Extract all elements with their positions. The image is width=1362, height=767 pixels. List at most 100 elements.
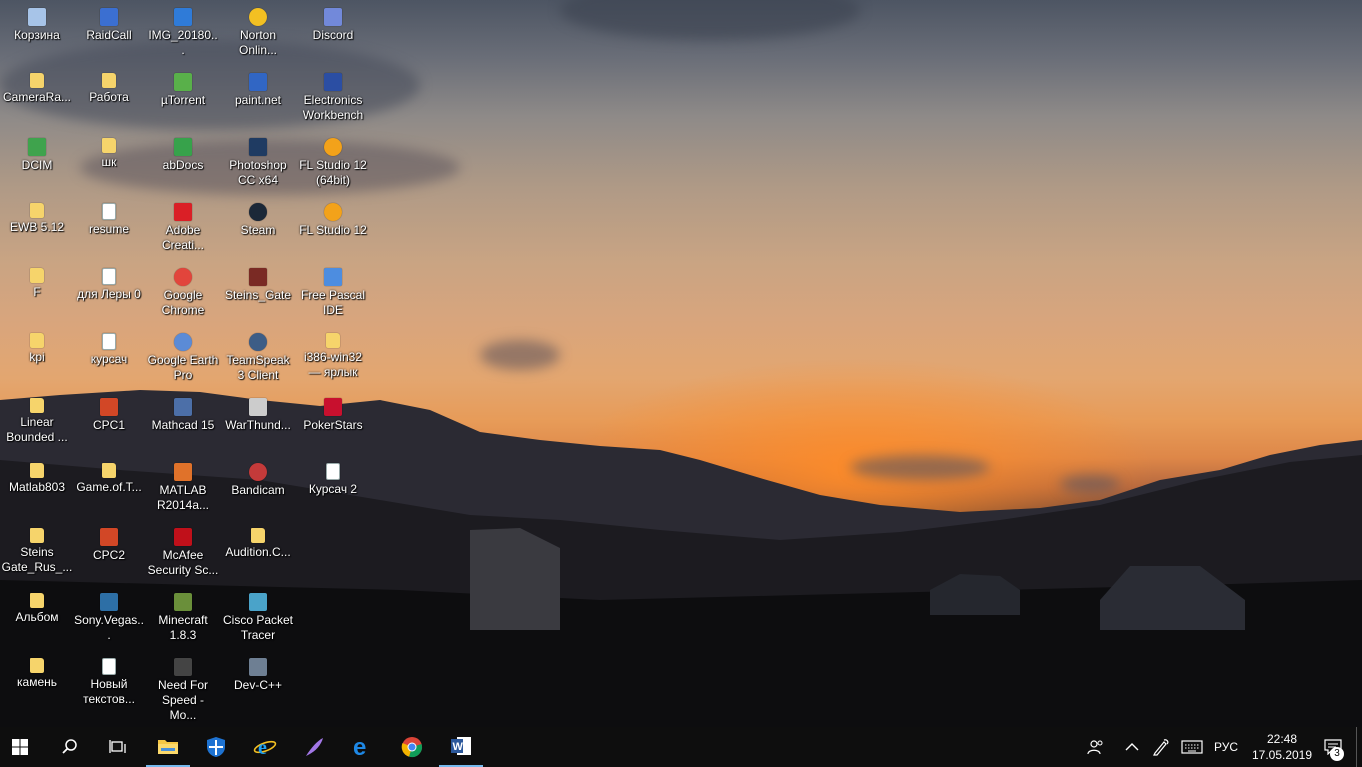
desktop-icon[interactable]: Cisco Packet Tracer (221, 587, 295, 649)
desktop-icon[interactable]: Sony.Vegas... (72, 587, 146, 649)
desktop-icon[interactable]: Работа (72, 67, 146, 129)
word-button[interactable]: W (439, 727, 483, 767)
desktop-icon[interactable]: WarThund... (221, 392, 295, 454)
clock-time: 22:48 (1266, 732, 1298, 746)
touch-keyboard-button[interactable] (1178, 727, 1206, 767)
feather-icon (306, 738, 323, 756)
folder-icon (30, 203, 44, 218)
raidcall-icon (100, 8, 118, 26)
feather-app-button[interactable] (292, 727, 336, 767)
desktop-icon[interactable]: TeamSpeak 3 Client (221, 327, 295, 389)
desktop-icon[interactable]: для Леры 0 (72, 262, 146, 324)
desktop-icon[interactable]: Курсач 2 (296, 457, 370, 519)
adobe-creative-cloud-icon (174, 203, 192, 221)
desktop-icon-label: MATLAB R2014a... (156, 483, 210, 512)
language-indicator[interactable]: РУС (1210, 727, 1242, 767)
desktop-icon[interactable]: kpi (0, 327, 74, 389)
folder-icon (30, 658, 44, 673)
desktop-icon-label: Курсач 2 (308, 482, 358, 496)
show-hidden-icons-button[interactable] (1118, 727, 1146, 767)
desktop-icon[interactable]: Free Pascal IDE (296, 262, 370, 324)
desktop-icon[interactable]: Новый текстов... (72, 652, 146, 714)
fl-studio-icon (324, 203, 342, 221)
desktop-icon[interactable]: Electronics Workbench (296, 67, 370, 129)
internet-explorer-button[interactable]: e (243, 727, 287, 767)
desktop-icon[interactable]: Google Chrome (146, 262, 220, 324)
desktop-icon[interactable]: paint.net (221, 67, 295, 129)
word-icon: W (451, 737, 471, 755)
desktop-icon[interactable]: Norton Onlin... (221, 2, 295, 64)
desktop-icon[interactable]: шк (72, 132, 146, 194)
desktop-icon[interactable]: McAfee Security Sc... (146, 522, 220, 584)
search-button[interactable] (48, 727, 92, 767)
desktop-icon[interactable]: abDocs (146, 132, 220, 194)
desktop-icon[interactable]: µTorrent (146, 67, 220, 129)
desktop-icon[interactable]: CPC2 (72, 522, 146, 584)
desktop-icon[interactable]: Linear Bounded ... (0, 392, 74, 454)
desktop-icon-label: Steins Gate_Rus_... (1, 545, 73, 574)
folder-icon (102, 73, 116, 88)
desktop-icon[interactable]: Audition.C... (221, 522, 295, 584)
edge-icon: e (353, 736, 366, 758)
start-button[interactable] (0, 727, 40, 767)
desktop-icon-label: Dev-C++ (233, 678, 283, 692)
abdocs-icon (174, 138, 192, 156)
file-explorer-button[interactable] (146, 727, 190, 767)
document-icon (102, 203, 116, 220)
desktop-icon[interactable]: Mathcad 15 (146, 392, 220, 454)
desktop-icon[interactable]: Steam (221, 197, 295, 259)
cisco-packet-tracer-icon (249, 593, 267, 611)
desktop-icon[interactable]: Альбом (0, 587, 74, 649)
desktop-icon[interactable]: Discord (296, 2, 370, 64)
desktop-icon[interactable]: RaidCall (72, 2, 146, 64)
edge-button[interactable]: e (341, 727, 385, 767)
folder-shortcut-icon (326, 333, 340, 348)
desktop-icon[interactable]: Корзина (0, 2, 74, 64)
desktop-icon[interactable]: Adobe Creati... (146, 197, 220, 259)
task-view-button[interactable] (96, 727, 140, 767)
desktop-icon[interactable]: PokerStars (296, 392, 370, 454)
desktop-icon[interactable]: resume (72, 197, 146, 259)
desktop-icon[interactable]: Matlab803 (0, 457, 74, 519)
desktop-icon[interactable]: IMG_20180... (146, 2, 220, 64)
steam-icon (249, 203, 267, 221)
people-button[interactable] (1082, 727, 1110, 767)
desktop-icon[interactable]: Steins Gate_Rus_... (0, 522, 74, 584)
photoshop-icon (249, 138, 267, 156)
google-earth-icon (174, 333, 192, 351)
show-desktop-button[interactable] (1356, 727, 1362, 767)
desktop-icon[interactable]: CPC1 (72, 392, 146, 454)
desktop-icon[interactable]: MATLAB R2014a... (146, 457, 220, 519)
desktop-icon[interactable]: Dev-C++ (221, 652, 295, 714)
desktop-icon[interactable]: Google Earth Pro (146, 327, 220, 389)
desktop-icon[interactable]: Steins_Gate (221, 262, 295, 324)
desktop-icon[interactable]: Photoshop CC x64 (221, 132, 295, 194)
desktop-icon[interactable]: FL Studio 12 (296, 197, 370, 259)
people-icon (1087, 740, 1103, 755)
desktop-icon[interactable]: Bandicam (221, 457, 295, 519)
bandicam-icon (249, 463, 267, 481)
task-view-icon (109, 740, 126, 753)
desktop-icon[interactable]: CameraRa... (0, 67, 74, 129)
desktop-icon[interactable]: Game.of.T... (72, 457, 146, 519)
chrome-button[interactable] (390, 727, 434, 767)
desktop-icon[interactable]: Minecraft 1.8.3 (146, 587, 220, 649)
clock[interactable]: 22:48 17.05.2019 (1248, 727, 1316, 767)
desktop-icon[interactable]: камень (0, 652, 74, 714)
desktop-icon[interactable]: F (0, 262, 74, 324)
pen-icon (1153, 739, 1169, 756)
desktop-icon[interactable]: i386-win32 — ярлык (296, 327, 370, 389)
desktop-icon[interactable]: DCIM (0, 132, 74, 194)
desktop-icon[interactable]: курсач (72, 327, 146, 389)
desktop-icon[interactable]: Need For Speed - Mo... (146, 652, 220, 722)
desktop-icon-label: Minecraft 1.8.3 (158, 613, 208, 642)
pen-workspace-button[interactable] (1148, 727, 1174, 767)
desktop-icon-label: Matlab803 (8, 480, 66, 494)
desktop-icon[interactable]: FL Studio 12 (64bit) (296, 132, 370, 194)
desktop-icon[interactable]: EWB 5.12 (0, 197, 74, 259)
windows-defender-button[interactable] (194, 727, 238, 767)
keyboard-icon (1181, 740, 1203, 754)
desktop[interactable]: Корзина CameraRa... DCIM EWB 5.12 Fkpi Linear… (0, 0, 1362, 727)
utorrent-icon (174, 73, 192, 91)
desktop-icon-label: Game.of.T... (76, 480, 142, 494)
